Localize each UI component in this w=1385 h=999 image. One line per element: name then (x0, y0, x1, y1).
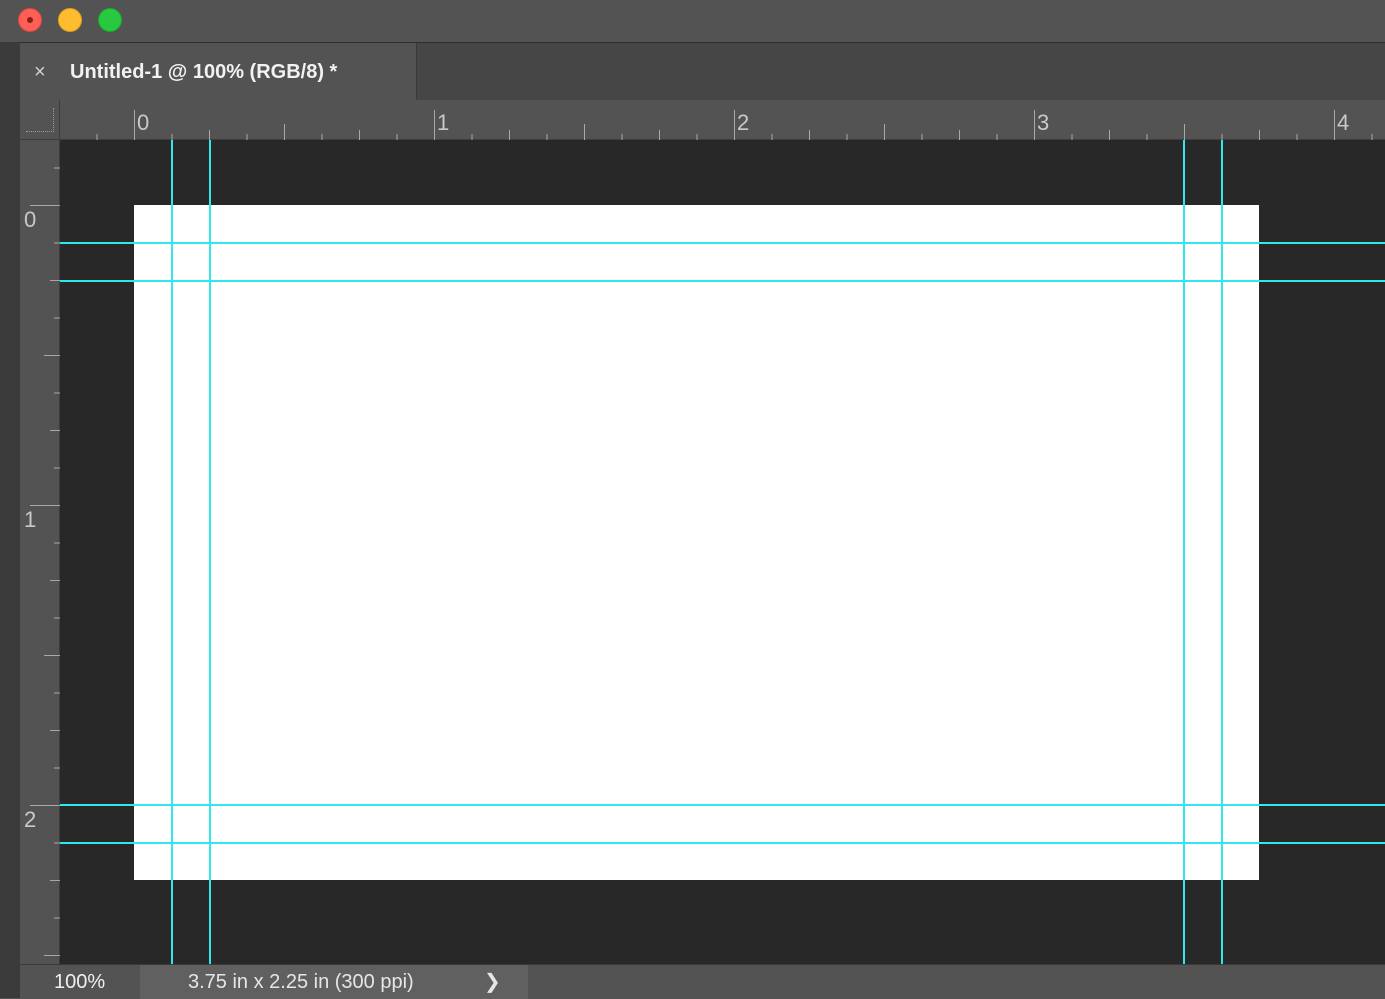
document-canvas[interactable] (134, 205, 1259, 880)
vruler-label-0: 0 (24, 207, 37, 232)
guide-vertical[interactable] (209, 140, 211, 964)
window-close-button[interactable] (18, 8, 42, 32)
window-minimize-button[interactable] (58, 8, 82, 32)
hruler-label-0: 0 (137, 110, 150, 135)
left-edge-strip (0, 42, 21, 998)
ruler-origin-corner[interactable] (20, 100, 60, 140)
hruler-label-1: 1 (437, 110, 450, 135)
hruler-label-3: 3 (1037, 110, 1050, 135)
vruler-label-2: 2 (24, 807, 37, 832)
hruler-label-4: 4 (1337, 110, 1350, 135)
status-bar: 100% 3.75 in x 2.25 in (300 ppi) ❯ (20, 964, 1385, 999)
document-tab[interactable]: × Untitled-1 @ 100% (RGB/8) * (20, 43, 417, 101)
window-titlebar (0, 0, 1385, 42)
horizontal-ruler[interactable]: 0 1 2 3 4 (60, 100, 1385, 140)
horizontal-ruler-ticks (96, 110, 1373, 140)
hruler-label-2: 2 (737, 110, 750, 135)
chevron-right-icon[interactable]: ❯ (484, 965, 501, 999)
vertical-ruler[interactable]: 0 1 2 (20, 140, 60, 964)
guide-vertical[interactable] (171, 140, 173, 964)
tab-close-icon[interactable]: × (34, 60, 46, 84)
document-info-text: 3.75 in x 2.25 in (300 ppi) (188, 971, 414, 993)
window-maximize-button[interactable] (98, 8, 122, 32)
guide-vertical[interactable] (1183, 140, 1185, 964)
vertical-ruler-ticks (30, 167, 60, 956)
tab-title: Untitled-1 @ 100% (RGB/8) * (70, 61, 338, 83)
canvas-pasteboard[interactable] (60, 140, 1385, 964)
guide-vertical[interactable] (1221, 140, 1223, 964)
guide-horizontal[interactable] (60, 280, 1385, 282)
document-info[interactable]: 3.75 in x 2.25 in (300 ppi) (140, 965, 528, 999)
guide-horizontal[interactable] (60, 842, 1385, 844)
guide-horizontal[interactable] (60, 242, 1385, 244)
ruler-origin-marker (26, 108, 54, 132)
document-tab-bar: × Untitled-1 @ 100% (RGB/8) * (20, 42, 1385, 101)
guide-horizontal[interactable] (60, 804, 1385, 806)
vruler-label-1: 1 (24, 507, 37, 532)
zoom-level[interactable]: 100% (20, 965, 140, 999)
